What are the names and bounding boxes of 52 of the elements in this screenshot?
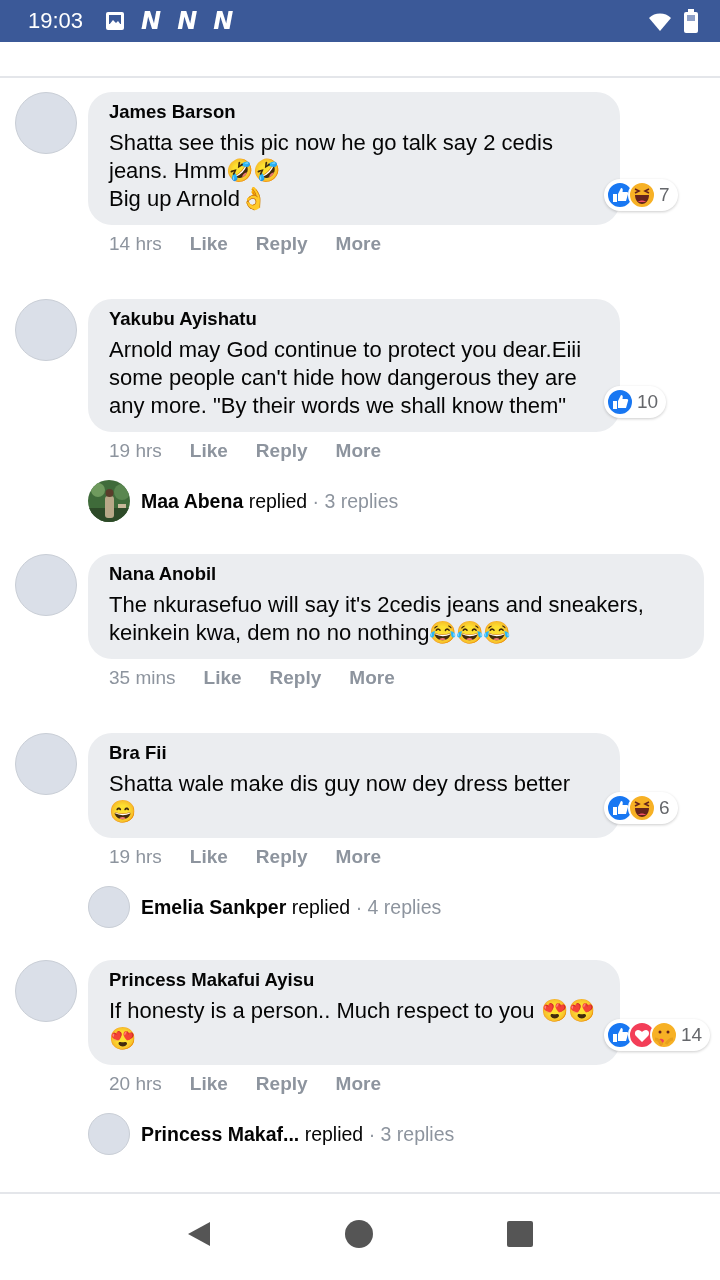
battery-icon [684, 9, 698, 33]
action-link[interactable]: Like [203, 667, 242, 689]
action-link[interactable]: More [349, 667, 395, 689]
comment-text: Shatta wale make dis guy now dey dress better 😄 [109, 770, 572, 826]
back-icon[interactable] [186, 1220, 212, 1248]
notification-icon: N [141, 7, 162, 35]
author-name[interactable]: Nana Anobil [109, 563, 684, 585]
replies-link[interactable]: Maa Abena replied · 3 replies [141, 489, 399, 513]
comment-text: The nkurasefuo will say it's 2cedis jeans and sneakers, keinkein kwa, dem no no nothing😂😂😂 [109, 591, 645, 647]
notification-icon: N [213, 7, 234, 35]
image-icon [105, 11, 126, 31]
action-link[interactable]: Like [189, 440, 228, 462]
comment-text: Shatta see this pic now he go talk say 2 cedis jeans. Hmm🤣🤣 Big up Arnold👌 [109, 129, 554, 213]
replies-link[interactable]: Princess Makaf... replied · 3 replies [141, 1122, 455, 1146]
action-link[interactable]: Like [189, 846, 228, 868]
action-link[interactable]: More [335, 1073, 381, 1095]
action-link[interactable]: Reply [255, 846, 308, 868]
home-icon[interactable] [344, 1219, 374, 1249]
comment-text: If honesty is a person.. Much respect to you 😍😍😍 [109, 997, 596, 1053]
care-reaction-icon [650, 1021, 678, 1049]
action-link[interactable]: Like [189, 1073, 228, 1095]
like-reaction-icon [606, 388, 634, 416]
comment-text: Arnold may God continue to protect you dear.Eiii some people can't hide how dangerous they are any more. "By their words we shall know them" [109, 336, 583, 420]
replies-link[interactable]: Emelia Sankper replied · 4 replies [141, 895, 442, 919]
timestamp: 19 hrs [109, 846, 162, 868]
action-link[interactable]: Reply [269, 667, 322, 689]
recents-icon[interactable] [506, 1220, 534, 1248]
reaction-summary[interactable]: 7 [604, 179, 678, 211]
timestamp: 14 hrs [109, 233, 162, 255]
avatar[interactable] [88, 886, 130, 928]
clock: 19:03 [28, 8, 84, 34]
action-link[interactable]: Reply [255, 440, 308, 462]
timestamp: 20 hrs [109, 1073, 162, 1095]
action-link[interactable]: Reply [255, 233, 308, 255]
timestamp: 19 hrs [109, 440, 162, 462]
action-link[interactable]: More [335, 233, 381, 255]
avatar[interactable] [88, 1113, 130, 1155]
haha-reaction-icon [628, 181, 656, 209]
notification-icon: N [177, 7, 198, 35]
reaction-summary[interactable]: 14 [604, 1019, 711, 1051]
action-link[interactable]: Reply [255, 1073, 308, 1095]
haha-reaction-icon [628, 794, 656, 822]
reaction-summary[interactable]: 6 [604, 792, 678, 824]
action-link[interactable]: Like [189, 233, 228, 255]
author-name[interactable]: Yakubu Ayishatu [109, 308, 600, 330]
action-link[interactable]: More [335, 440, 381, 462]
action-link[interactable]: More [335, 846, 381, 868]
author-name[interactable]: James Barson [109, 101, 600, 123]
author-name[interactable]: Bra Fii [109, 742, 600, 764]
reaction-summary[interactable]: 10 [604, 386, 667, 418]
author-name[interactable]: Princess Makafui Ayisu [109, 969, 600, 991]
timestamp: 35 mins [109, 667, 176, 689]
